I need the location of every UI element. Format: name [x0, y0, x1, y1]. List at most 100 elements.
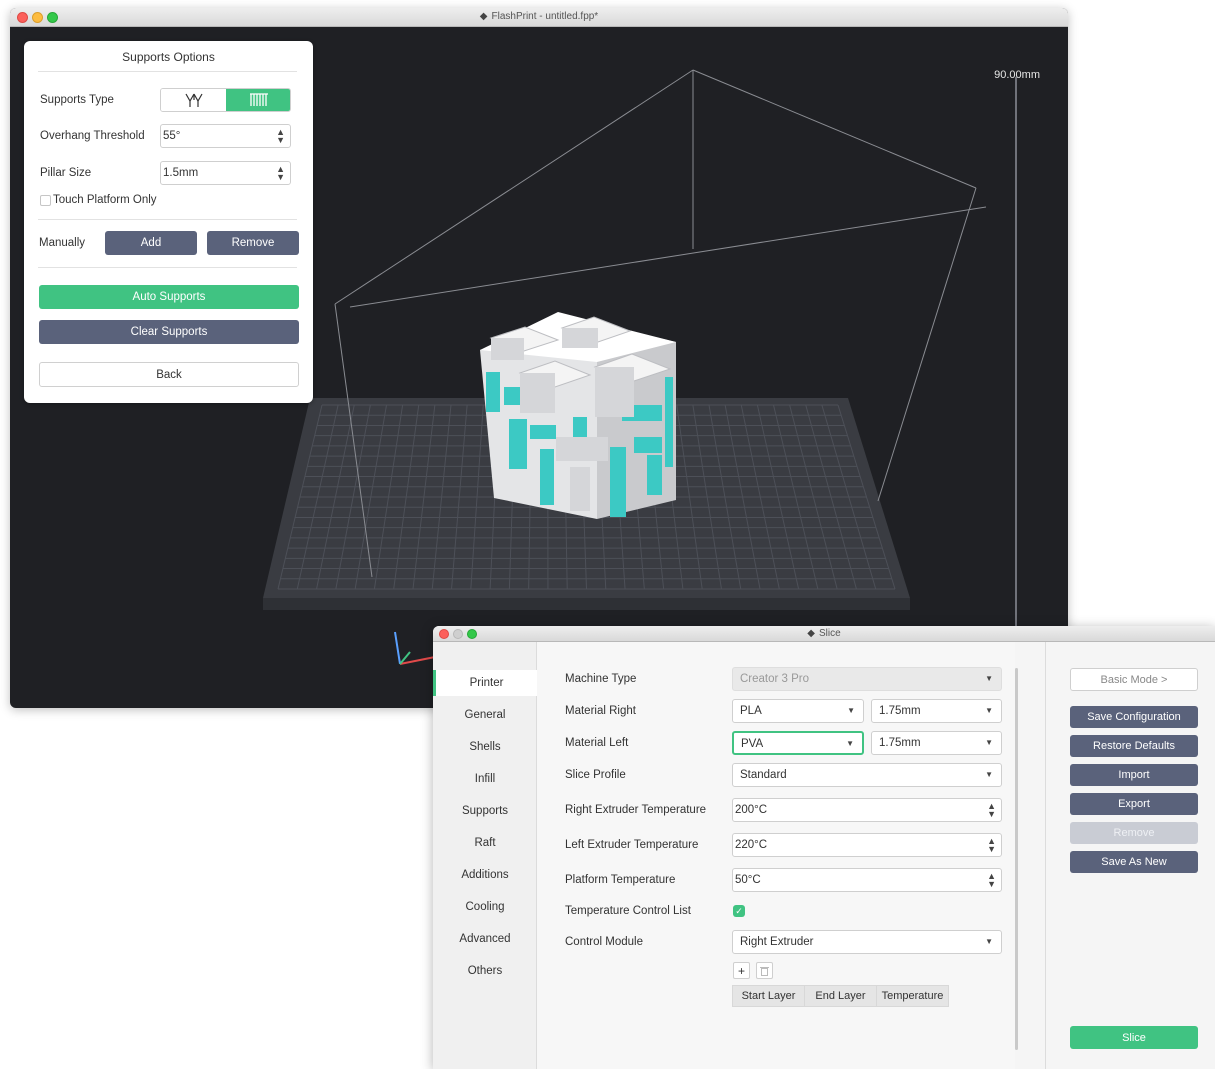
save-configuration-button[interactable]: Save Configuration [1070, 706, 1198, 728]
supports-options-panel: Supports Options Supports Type Overhang … [24, 41, 313, 403]
machine-type-value: Creator 3 Pro [740, 673, 810, 685]
chevron-down-icon: ▼ [985, 770, 993, 779]
checkmark-icon: ✓ [735, 905, 743, 916]
pillar-size-spinbox[interactable]: 1.5mm ▲ ▼ [160, 161, 291, 185]
import-button[interactable]: Import [1070, 764, 1198, 786]
machine-type-dropdown: Creator 3 Pro ▼ [732, 667, 1002, 691]
tree-supports-icon [184, 93, 203, 107]
material-right-dropdown[interactable]: PLA ▼ [732, 699, 864, 723]
pillar-size-label: Pillar Size [40, 167, 92, 179]
spin-arrows-icon[interactable]: ▲ ▼ [987, 837, 996, 854]
sidebar-item-supports[interactable]: Supports [433, 798, 537, 824]
material-right-value: PLA [740, 705, 762, 717]
overhang-threshold-spinbox[interactable]: 55° ▲ ▼ [160, 124, 291, 148]
divider [38, 71, 297, 72]
slice-button[interactable]: Slice [1070, 1026, 1198, 1049]
temperature-control-checkbox[interactable]: ✓ [733, 905, 745, 917]
back-button[interactable]: Back [39, 362, 299, 387]
printer-settings-content: Machine Type Creator 3 Pro ▼ Material Ri… [537, 642, 1015, 1069]
model-cube[interactable] [480, 312, 676, 519]
delete-row-button[interactable] [756, 962, 773, 979]
slice-window-title: Slice [819, 628, 841, 639]
material-right-label: Material Right [565, 705, 636, 717]
auto-supports-button[interactable]: Auto Supports [39, 285, 299, 309]
sidebar-item-printer[interactable]: Printer [433, 670, 537, 696]
sidebar-item-others[interactable]: Others [433, 958, 537, 984]
right-extruder-temperature-label: Right Extruder Temperature [565, 804, 707, 816]
control-module-dropdown[interactable]: Right Extruder ▼ [732, 930, 1002, 954]
divider [38, 219, 297, 220]
overhang-threshold-label: Overhang Threshold [40, 130, 145, 142]
divider [38, 267, 297, 268]
touch-platform-checkbox[interactable] [40, 195, 51, 206]
trash-icon [760, 966, 769, 976]
left-extruder-temperature-value: 220°C [735, 839, 768, 851]
add-support-button[interactable]: Add [105, 231, 197, 255]
linear-supports-option[interactable] [226, 89, 290, 111]
build-height-label: 90.00mm [994, 69, 1040, 81]
slice-profile-value: Standard [740, 769, 787, 781]
touch-platform-label: Touch Platform Only [53, 194, 157, 206]
control-module-value: Right Extruder [740, 936, 814, 948]
material-left-dropdown[interactable]: PVA ▼ [732, 731, 864, 755]
pillar-size-value: 1.5mm [163, 167, 199, 179]
slice-profile-dropdown[interactable]: Standard ▼ [732, 763, 1002, 787]
right-extruder-temperature-value: 200°C [735, 804, 768, 816]
sidebar-item-additions[interactable]: Additions [433, 862, 537, 888]
supports-type-label: Supports Type [40, 94, 114, 106]
sidebar-item-shells[interactable]: Shells [433, 734, 537, 760]
control-module-label: Control Module [565, 936, 643, 948]
material-left-label: Material Left [565, 737, 629, 749]
supports-type-toggle[interactable] [160, 88, 291, 112]
sidebar-item-general[interactable]: General [433, 702, 537, 728]
slice-profile-label: Slice Profile [565, 769, 626, 781]
left-extruder-temperature-spinbox[interactable]: 220°C ▲ ▼ [732, 833, 1002, 857]
sidebar-item-infill[interactable]: Infill [433, 766, 537, 792]
spin-arrows-icon[interactable]: ▲ ▼ [987, 802, 996, 819]
platform-temperature-value: 50°C [735, 874, 761, 886]
sidebar-item-advanced[interactable]: Advanced [433, 926, 537, 952]
clear-supports-button[interactable]: Clear Supports [39, 320, 299, 344]
slice-titlebar: ◆ Slice [433, 626, 1215, 642]
material-right-diameter-dropdown[interactable]: 1.75mm ▼ [871, 699, 1002, 723]
manually-label: Manually [39, 237, 86, 249]
sidebar-item-raft[interactable]: Raft [433, 830, 537, 856]
table-header-temperature[interactable]: Temperature [876, 985, 949, 1007]
settings-sidebar: Printer General Shells Infill Supports R… [433, 642, 537, 1069]
linear-supports-icon [249, 93, 268, 106]
platform-temperature-spinbox[interactable]: 50°C ▲ ▼ [732, 868, 1002, 892]
chevron-down-icon: ▼ [847, 706, 855, 715]
spin-arrows-icon[interactable]: ▲ ▼ [276, 128, 285, 145]
add-row-button[interactable]: + [733, 962, 750, 979]
remove-profile-button: Remove [1070, 822, 1198, 844]
material-left-diameter-dropdown[interactable]: 1.75mm ▼ [871, 731, 1002, 755]
flashprint-app-icon: ◆ [807, 628, 815, 639]
plus-icon: + [737, 963, 745, 978]
platform-temperature-label: Platform Temperature [565, 874, 676, 886]
material-right-diameter-value: 1.75mm [879, 705, 921, 717]
table-header-end-layer[interactable]: End Layer [804, 985, 877, 1007]
main-titlebar: ◆ FlashPrint - untitled.fpp* [10, 8, 1068, 27]
chevron-down-icon: ▼ [985, 674, 993, 683]
content-scrollbar[interactable] [1015, 668, 1018, 1050]
material-left-diameter-value: 1.75mm [879, 737, 921, 749]
chevron-down-icon: ▼ [846, 739, 854, 748]
spin-arrows-icon[interactable]: ▲ ▼ [276, 165, 285, 182]
spin-arrows-icon[interactable]: ▲ ▼ [987, 872, 996, 889]
flashprint-app-icon: ◆ [479, 11, 488, 22]
chevron-down-icon: ▼ [985, 706, 993, 715]
left-extruder-temperature-label: Left Extruder Temperature [565, 839, 699, 851]
main-window-title: FlashPrint - untitled.fpp* [491, 11, 599, 22]
slice-window: ◆ Slice Printer General Shells Infill Sup… [433, 626, 1215, 1069]
export-button[interactable]: Export [1070, 793, 1198, 815]
table-header-start-layer[interactable]: Start Layer [732, 985, 805, 1007]
remove-support-button[interactable]: Remove [207, 231, 299, 255]
tree-supports-option[interactable] [161, 89, 226, 111]
machine-type-label: Machine Type [565, 673, 637, 685]
restore-defaults-button[interactable]: Restore Defaults [1070, 735, 1198, 757]
chevron-down-icon: ▼ [985, 738, 993, 747]
right-extruder-temperature-spinbox[interactable]: 200°C ▲ ▼ [732, 798, 1002, 822]
save-as-new-button[interactable]: Save As New [1070, 851, 1198, 873]
sidebar-item-cooling[interactable]: Cooling [433, 894, 537, 920]
basic-mode-button[interactable]: Basic Mode > [1070, 668, 1198, 691]
